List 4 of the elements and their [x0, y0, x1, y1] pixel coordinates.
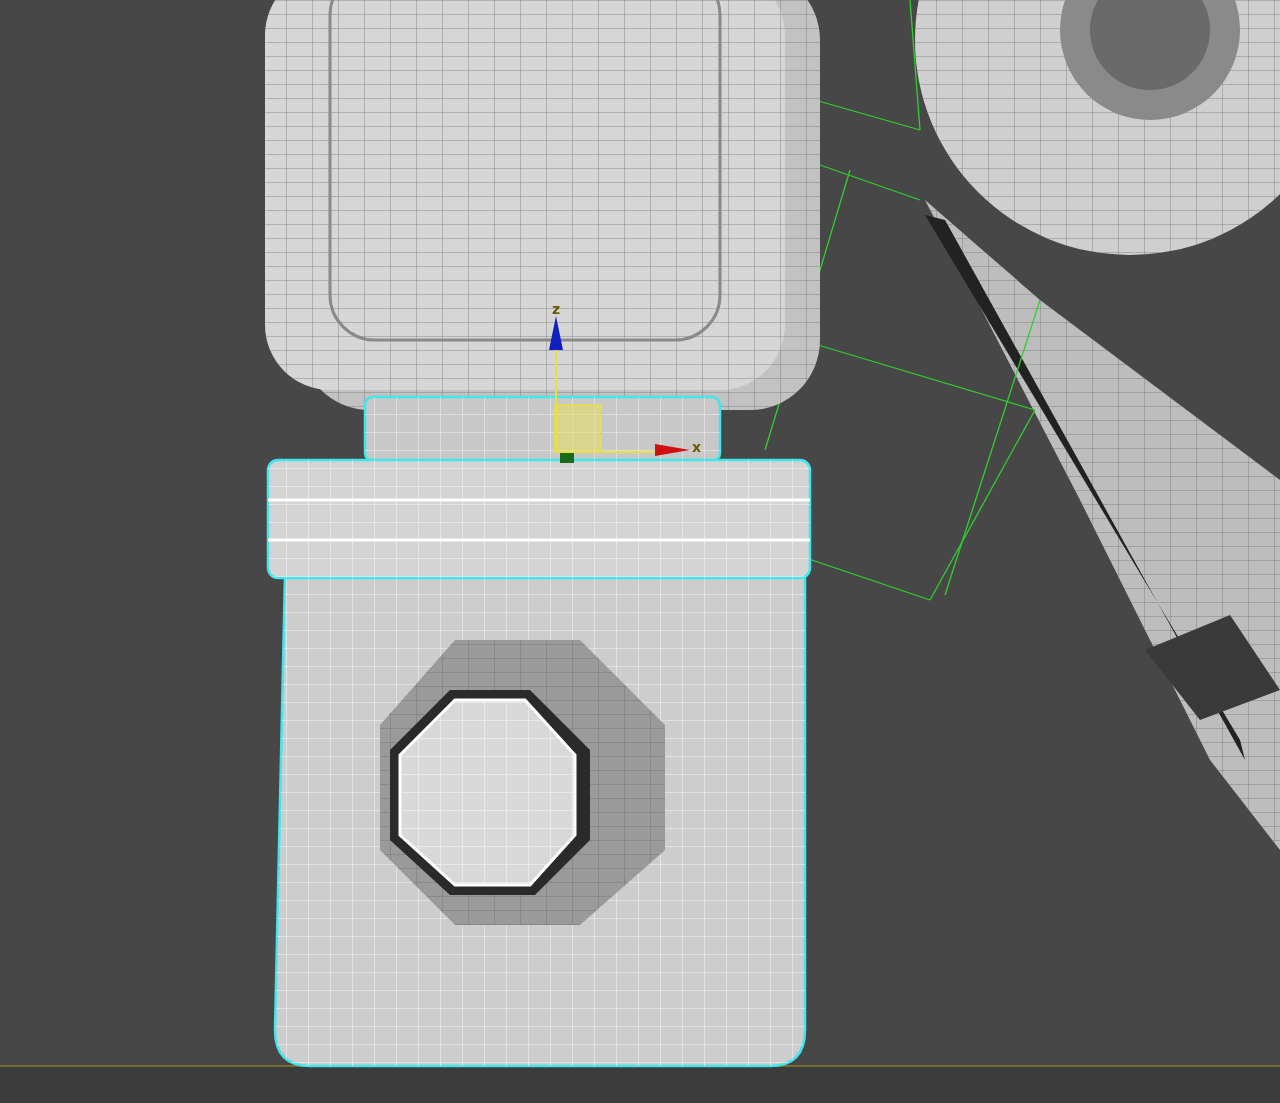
viewport[interactable]: z x: [0, 0, 1280, 1103]
axis-label: z: [552, 301, 561, 317]
move-gizmo[interactable]: [549, 316, 690, 463]
axis-label: x: [692, 439, 702, 455]
